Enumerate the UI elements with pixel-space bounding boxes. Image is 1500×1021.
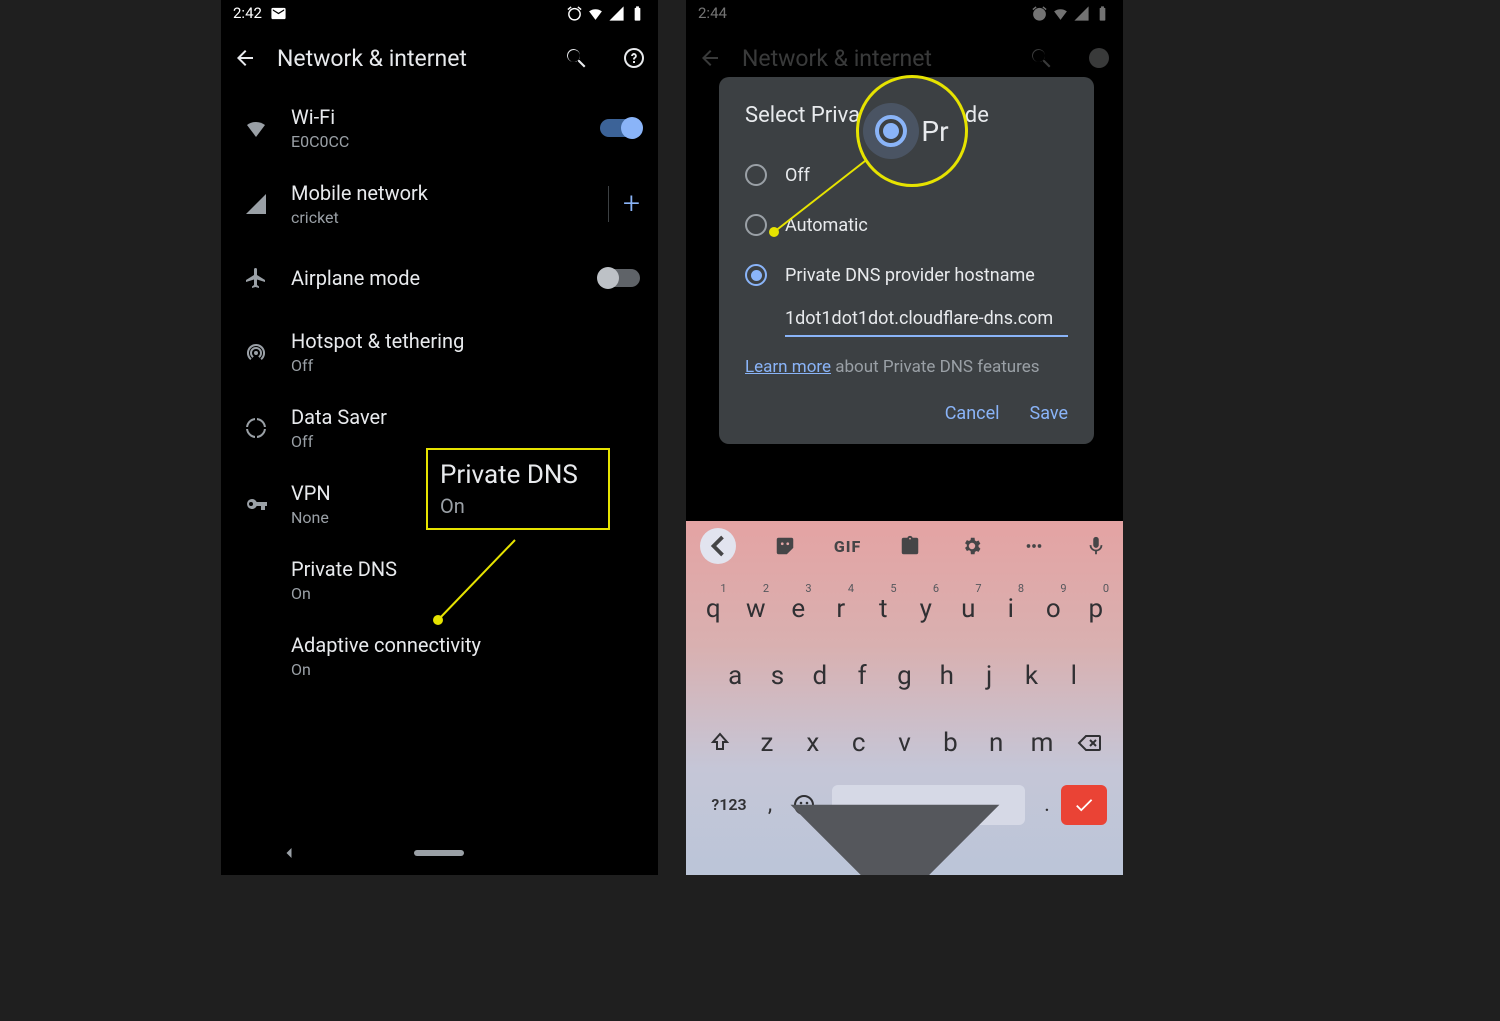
radio-hostname-row[interactable]: Private DNS provider hostname (745, 250, 1068, 300)
add-network-button[interactable]: + (623, 189, 640, 219)
key-q[interactable]: q1 (692, 584, 735, 634)
alarm-icon (566, 5, 583, 22)
key-t[interactable]: t5 (862, 584, 905, 634)
private-dns-sub: On (291, 584, 640, 603)
wifi-toggle[interactable] (600, 119, 640, 137)
page-title: Network & internet (277, 45, 544, 72)
gmail-icon (270, 5, 287, 22)
help-icon[interactable] (622, 46, 646, 70)
radio-auto-row[interactable]: Automatic (745, 200, 1068, 250)
mobile-network-row[interactable]: Mobile network cricket + (221, 166, 658, 242)
radio-hostname-label: Private DNS provider hostname (785, 265, 1035, 286)
vpn-key-icon (244, 492, 268, 516)
mobile-label: Mobile network (291, 181, 594, 206)
private-dns-row[interactable]: Private DNS On (221, 542, 658, 618)
learn-more-link[interactable]: Learn more (745, 357, 831, 377)
signal-icon (608, 5, 625, 22)
airplane-icon (244, 266, 268, 290)
key-u[interactable]: u7 (947, 584, 990, 634)
hotspot-row[interactable]: Hotspot & tethering Off (221, 314, 658, 390)
radio-off[interactable] (745, 164, 767, 186)
phone-screenshot-right: 2:44 Network & internet Select Private D… (686, 0, 1123, 875)
airplane-toggle[interactable] (600, 269, 640, 287)
gear-icon[interactable] (959, 533, 985, 559)
key-i[interactable]: i8 (990, 584, 1033, 634)
airplane-label: Airplane mode (291, 266, 600, 291)
kbd-collapse-icon[interactable] (686, 648, 1104, 875)
nav-bar (221, 831, 658, 875)
nav-back-icon[interactable] (279, 843, 299, 863)
magnifier-callout: Pr (856, 75, 968, 187)
gif-button[interactable]: GIF (834, 537, 861, 556)
key-r[interactable]: r4 (820, 584, 863, 634)
key-o[interactable]: o9 (1032, 584, 1075, 634)
learn-more-rest: about Private DNS features (831, 357, 1040, 377)
save-button[interactable]: Save (1030, 403, 1069, 424)
wifi-row[interactable]: Wi-Fi E0C0CC (221, 90, 658, 166)
hotspot-label: Hotspot & tethering (291, 329, 640, 354)
callout-private-dns: Private DNS On (426, 448, 610, 530)
cancel-button[interactable]: Cancel (945, 403, 1000, 424)
radio-auto-label: Automatic (785, 215, 868, 236)
battery-icon (629, 5, 646, 22)
mobile-sub: cricket (291, 208, 594, 227)
phone-screenshot-left: 2:42 Network & internet Wi-Fi E0C0CC (221, 0, 658, 875)
status-bar: 2:42 (221, 0, 658, 26)
signal-icon (244, 192, 268, 216)
adaptive-label: Adaptive connectivity (291, 633, 640, 658)
hostname-input[interactable]: 1dot1dot1dot.cloudflare-dns.com (785, 308, 1068, 337)
nav-home-pill[interactable] (414, 850, 464, 856)
clipboard-icon[interactable] (897, 533, 923, 559)
keyboard-toolbar: GIF (686, 521, 1123, 571)
adaptive-sub: On (291, 660, 640, 679)
nav-bar (686, 839, 1123, 875)
kbd-back-icon[interactable] (700, 528, 736, 564)
airplane-mode-row[interactable]: Airplane mode (221, 242, 658, 314)
data-saver-label: Data Saver (291, 405, 640, 430)
search-icon[interactable] (564, 46, 588, 70)
status-time: 2:42 (233, 4, 262, 22)
radio-hostname[interactable] (745, 264, 767, 286)
divider (608, 186, 609, 222)
back-icon[interactable] (233, 46, 257, 70)
data-saver-icon (244, 416, 268, 440)
learn-more-text: Learn more about Private DNS features (745, 357, 1068, 377)
soft-keyboard[interactable]: GIF q1w2e3r4t5y6u7i8o9p0 asdfghjkl zxcvb… (686, 521, 1123, 875)
radio-off-label: Off (785, 165, 810, 186)
key-y[interactable]: y6 (905, 584, 948, 634)
key-w[interactable]: w2 (735, 584, 778, 634)
private-dns-label: Private DNS (291, 557, 640, 582)
wifi-icon (587, 5, 604, 22)
radio-auto[interactable] (745, 214, 767, 236)
wifi-icon (244, 116, 268, 140)
mic-icon[interactable] (1083, 533, 1109, 559)
callout-sub: On (440, 494, 596, 518)
hotspot-sub: Off (291, 356, 640, 375)
wifi-sub: E0C0CC (291, 132, 600, 151)
app-bar: Network & internet (221, 26, 658, 90)
key-p[interactable]: p0 (1075, 584, 1118, 634)
wifi-label: Wi-Fi (291, 105, 600, 130)
sticker-icon[interactable] (772, 533, 798, 559)
adaptive-connectivity-row[interactable]: Adaptive connectivity On (221, 618, 658, 694)
key-e[interactable]: e3 (777, 584, 820, 634)
magnified-radio-selected (875, 115, 907, 147)
magnified-text: Pr (921, 115, 948, 148)
hotspot-icon (244, 340, 268, 364)
callout-label: Private DNS (440, 460, 596, 490)
more-icon[interactable] (1021, 533, 1047, 559)
